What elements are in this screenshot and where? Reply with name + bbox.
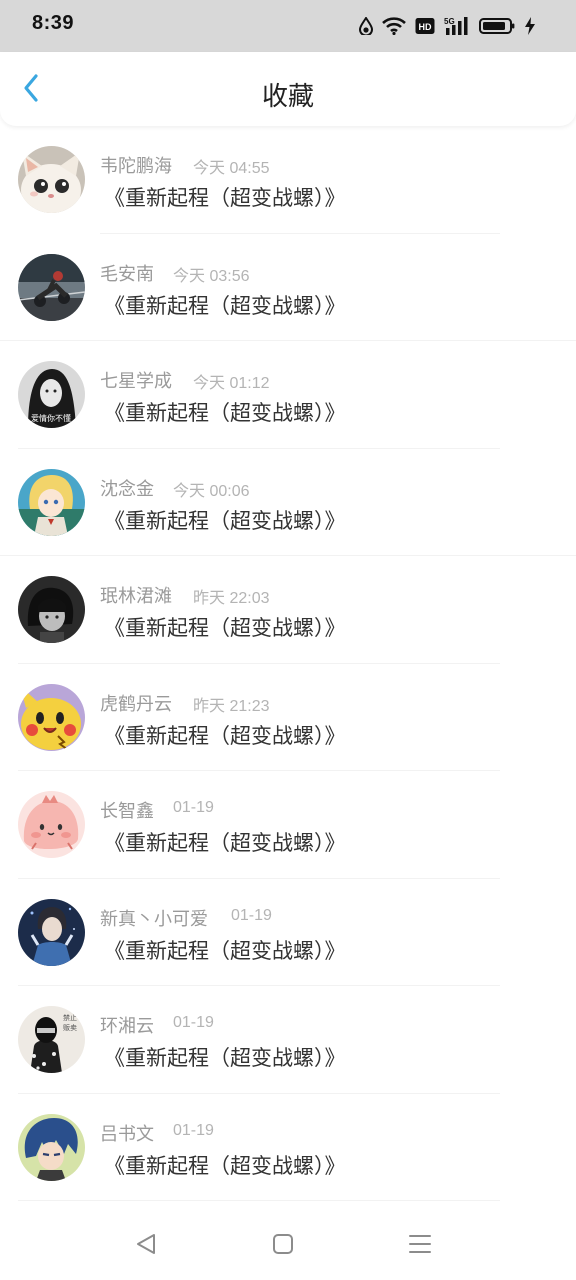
status-time: 8:39 xyxy=(32,12,75,34)
5g-signal-icon: 5G xyxy=(444,16,470,36)
timestamp: 01-19 xyxy=(173,1121,214,1139)
favorite-title: 《重新起程（超变战螺）》 xyxy=(104,293,346,318)
timestamp: 01-19 xyxy=(173,799,214,816)
system-navigation-bar xyxy=(0,1206,576,1280)
user-name: 沈念金 xyxy=(100,478,154,500)
svg-text:贩卖: 贩卖 xyxy=(63,1024,77,1032)
avatar[interactable] xyxy=(18,1113,85,1181)
timestamp: 今天 01:12 xyxy=(193,375,270,392)
avatar[interactable] xyxy=(18,683,85,751)
favorite-title: 《重新起程（超变战螺）》 xyxy=(104,616,346,640)
avatar[interactable]: 爱情你不懂 xyxy=(18,361,85,428)
nav-menu-button[interactable] xyxy=(406,1230,434,1258)
list-item[interactable]: 爱情你不懂 七星学成 今天 01:12 《重新起程（超变战螺）》 xyxy=(0,341,576,449)
favorite-title: 《重新起程（超变战螺）》 xyxy=(104,831,346,855)
water-drop-icon xyxy=(359,17,373,35)
avatar[interactable]: 禁止 贩卖 xyxy=(18,1006,85,1073)
user-name: 新真丶小可爱 xyxy=(100,908,208,930)
home-square-icon xyxy=(273,1234,293,1254)
list-item[interactable]: 毛安南 今天 03:56 《重新起程（超变战螺）》 xyxy=(0,234,576,341)
nav-home-button[interactable] xyxy=(269,1230,297,1258)
list-item[interactable]: 韦陀鹏海 今天 04:55 《重新起程（超变战螺）》 xyxy=(0,126,576,234)
favorite-title: 《重新起程（超变战螺）》 xyxy=(104,1046,346,1070)
user-name: 环湘云 xyxy=(100,1016,154,1037)
favorite-title: 《重新起程（超变战螺）》 xyxy=(104,1153,346,1178)
timestamp: 01-19 xyxy=(231,906,272,924)
wifi-icon xyxy=(382,17,406,35)
list-item[interactable]: 长智鑫 01-19 《重新起程（超变战螺）》 xyxy=(0,771,576,879)
favorite-title: 《重新起程（超变战螺）》 xyxy=(104,723,346,748)
user-name: 珉林涒滩 xyxy=(100,586,172,607)
timestamp: 今天 04:55 xyxy=(193,160,270,177)
avatar[interactable] xyxy=(18,146,85,213)
menu-lines-icon xyxy=(409,1235,431,1253)
timestamp: 昨天 21:23 xyxy=(193,697,270,715)
list-item[interactable]: 珉林涒滩 昨天 22:03 《重新起程（超变战螺）》 xyxy=(0,556,576,664)
user-name: 韦陀鹏海 xyxy=(100,156,172,177)
timestamp: 今天 03:56 xyxy=(173,267,250,285)
timestamp: 今天 00:06 xyxy=(173,482,250,500)
svg-text:禁止: 禁止 xyxy=(63,1013,77,1022)
svg-text:HD: HD xyxy=(419,22,432,32)
favorites-list: 韦陀鹏海 今天 04:55 《重新起程（超变战螺）》 毛安南 今天 03:56 … xyxy=(0,126,576,1201)
list-item[interactable]: 虎鹤丹云 昨天 21:23 《重新起程（超变战螺）》 xyxy=(0,664,576,771)
user-name: 虎鹤丹云 xyxy=(100,693,172,715)
status-icons: HD 5G xyxy=(359,14,536,38)
status-bar: 8:39 HD 5G xyxy=(0,0,576,52)
favorite-title: 《重新起程（超变战螺）》 xyxy=(104,401,346,425)
page-title: 收藏 xyxy=(261,82,314,112)
back-triangle-icon xyxy=(137,1234,155,1254)
timestamp: 昨天 22:03 xyxy=(193,590,270,607)
avatar[interactable] xyxy=(18,576,85,643)
svg-text:爱情你不懂: 爱情你不懂 xyxy=(31,413,71,423)
user-name: 七星学成 xyxy=(100,371,172,392)
hd-icon: HD xyxy=(415,17,435,35)
list-item[interactable]: 禁止 贩卖 环湘云 01-19 《重新起程（超变战螺）》 xyxy=(0,986,576,1094)
user-name: 毛安南 xyxy=(100,263,154,285)
top-app-bar: 收藏 xyxy=(0,52,576,126)
avatar[interactable] xyxy=(18,791,85,858)
list-item[interactable]: 新真丶小可爱 01-19 《重新起程（超变战螺）》 xyxy=(0,879,576,986)
list-item[interactable]: 吕书文 01-19 《重新起程（超变战螺）》 xyxy=(0,1094,576,1201)
timestamp: 01-19 xyxy=(173,1014,214,1031)
favorite-title: 《重新起程（超变战螺）》 xyxy=(104,938,346,963)
favorite-title: 《重新起程（超变战螺）》 xyxy=(104,186,346,210)
user-name: 长智鑫 xyxy=(100,801,154,822)
divider xyxy=(18,1200,500,1201)
favorite-title: 《重新起程（超变战螺）》 xyxy=(104,508,346,533)
charging-icon xyxy=(524,17,536,35)
avatar[interactable] xyxy=(18,898,85,966)
avatar[interactable] xyxy=(18,468,85,536)
nav-back-button[interactable] xyxy=(132,1230,160,1258)
avatar[interactable] xyxy=(18,253,85,321)
list-item[interactable]: 沈念金 今天 00:06 《重新起程（超变战螺）》 xyxy=(0,449,576,556)
battery-icon xyxy=(479,17,515,35)
user-name: 吕书文 xyxy=(100,1123,154,1145)
svg-text:5G: 5G xyxy=(444,17,455,26)
